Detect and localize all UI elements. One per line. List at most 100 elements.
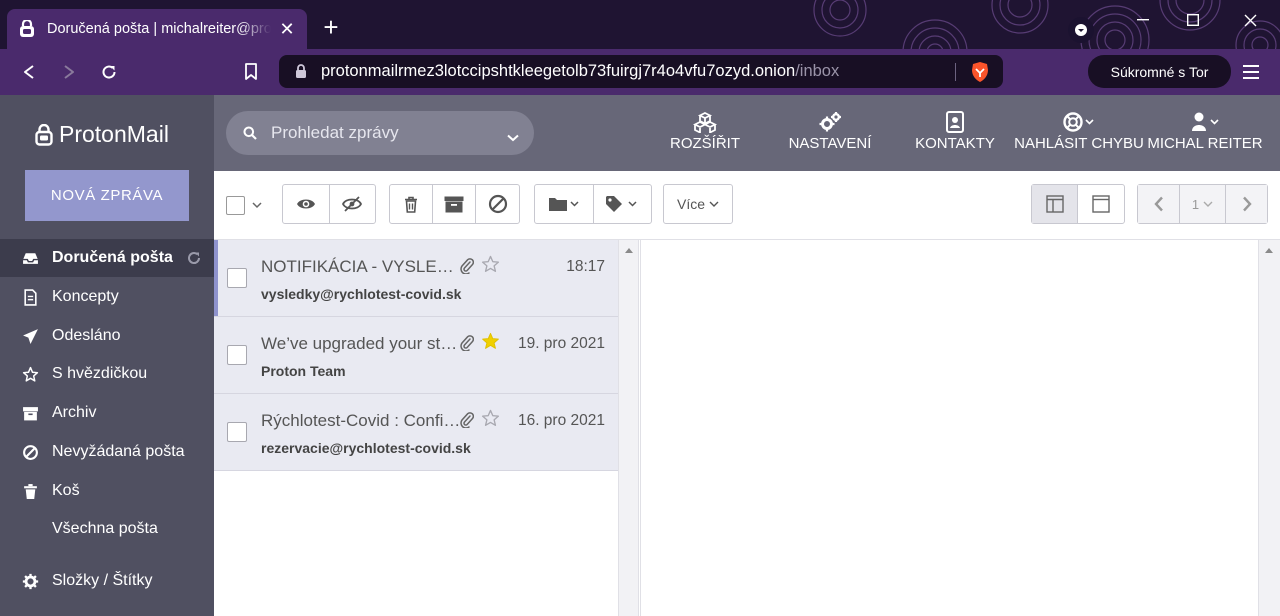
private-tor-button[interactable]: Súkromné s Tor xyxy=(1088,55,1231,88)
label-group xyxy=(534,184,652,224)
page-select[interactable]: 1 xyxy=(1180,185,1226,223)
mail-sidebar: ProtonMail NOVÁ ZPRÁVA Doručená pošta Ko… xyxy=(0,95,214,616)
nav-user-account[interactable]: MICHAL REITER xyxy=(1146,109,1264,152)
maximize-window-icon[interactable] xyxy=(1178,8,1208,32)
next-page-button[interactable] xyxy=(1226,185,1267,223)
address-bar[interactable]: protonmailrmez3lotccipshtkleegetolb73fui… xyxy=(279,55,1003,88)
app-header: Prohledat zprávy ROZŠÍŘIT NASTAVENÍ KONT… xyxy=(214,95,1280,171)
message-row[interactable]: NOTIFIKÁCIA - VYSLEDOK TESTU 18:17 vysle… xyxy=(214,240,618,317)
close-tab-icon[interactable]: ✕ xyxy=(277,19,297,40)
search-input[interactable]: Prohledat zprávy xyxy=(226,111,534,155)
tab-title: Doručená pošta | michalreiter@protonmail… xyxy=(47,21,271,37)
previous-page-button[interactable] xyxy=(1138,185,1180,223)
message-list-scrollbar[interactable] xyxy=(618,240,639,616)
nav-settings-label: NASTAVENÍ xyxy=(788,135,872,152)
minimize-window-icon[interactable] xyxy=(1128,8,1158,32)
scroll-up-arrow-icon[interactable] xyxy=(1265,248,1273,253)
lock-icon[interactable] xyxy=(295,64,307,79)
inbox-icon xyxy=(0,250,52,267)
message-checkbox[interactable] xyxy=(227,422,247,442)
sidebar-item-all-mail[interactable]: Všechna pošta xyxy=(0,510,214,548)
message-row[interactable]: We’ve upgraded your storage 19. pro 2021… xyxy=(214,317,618,394)
sidebar-item-label: Složky / Štítky xyxy=(52,572,153,589)
star-icon[interactable] xyxy=(481,255,500,279)
sidebar-item-sent[interactable]: Odesláno xyxy=(0,317,214,355)
folder-icon xyxy=(548,198,579,211)
sidebar-item-label: S hvězdičkou xyxy=(52,365,148,382)
paper-plane-icon xyxy=(0,328,52,345)
reading-pane-scrollbar[interactable] xyxy=(1258,240,1280,616)
paperclip-icon xyxy=(460,411,475,433)
user-icon xyxy=(1146,109,1264,135)
bookmark-icon[interactable] xyxy=(240,61,262,83)
archive-button[interactable] xyxy=(433,185,477,223)
tag-icon xyxy=(606,196,637,212)
select-all-checkbox[interactable] xyxy=(226,196,245,215)
forward-arrow-icon[interactable] xyxy=(58,61,80,83)
back-arrow-icon[interactable] xyxy=(18,61,40,83)
sidebar-item-trash[interactable]: Koš xyxy=(0,472,214,510)
new-tab-button[interactable]: + xyxy=(320,14,342,40)
star-icon[interactable] xyxy=(481,332,500,356)
mark-unread-button[interactable] xyxy=(330,185,376,223)
message-checkbox[interactable] xyxy=(227,345,247,365)
pagination-group: 1 xyxy=(1137,184,1268,224)
sidebar-item-starred[interactable]: S hvězdičkou xyxy=(0,355,214,393)
nav-contacts[interactable]: KONTAKTY xyxy=(914,109,996,152)
search-placeholder: Prohledat zprávy xyxy=(271,123,399,142)
message-row[interactable]: Rýchlotest-Covid : Confirmation 16. pro … xyxy=(214,394,618,471)
gear-icon xyxy=(0,573,52,590)
page-number: 1 xyxy=(1191,196,1200,212)
browser-menu-icon[interactable] xyxy=(1243,61,1259,81)
mark-read-button[interactable] xyxy=(283,185,330,223)
ban-icon xyxy=(0,444,52,461)
browser-tab-strip: Doručená pošta | michalreiter@protonmail… xyxy=(0,0,1280,49)
nav-upgrade[interactable]: ROZŠÍŘIT xyxy=(670,109,740,152)
message-date: 16. pro 2021 xyxy=(517,412,605,429)
trash-button[interactable] xyxy=(390,185,433,223)
scroll-up-arrow-icon[interactable] xyxy=(625,248,633,253)
sidebar-item-archive[interactable]: Archiv xyxy=(0,394,214,432)
nav-upgrade-label: ROZŠÍŘIT xyxy=(670,135,740,152)
message-checkbox[interactable] xyxy=(227,268,247,288)
spam-button[interactable] xyxy=(476,185,519,223)
split-view-button[interactable] xyxy=(1032,185,1078,223)
proton-logo-icon xyxy=(35,123,53,146)
reload-icon[interactable] xyxy=(98,61,120,83)
nav-report-bug[interactable]: NAHLÁSIT CHYBU xyxy=(1014,109,1144,152)
message-date: 18:17 xyxy=(566,258,605,275)
chevron-down-icon[interactable] xyxy=(507,127,519,147)
sidebar-item-label: Koncepty xyxy=(52,288,119,305)
reading-pane xyxy=(640,240,1258,616)
message-list: NOTIFIKÁCIA - VYSLEDOK TESTU 18:17 vysle… xyxy=(214,240,618,616)
chevron-right-icon xyxy=(1242,196,1252,212)
eye-slash-icon xyxy=(342,196,363,212)
more-button[interactable]: Více xyxy=(663,184,733,224)
tor-circle-icon[interactable] xyxy=(1068,17,1094,43)
gears-icon xyxy=(788,109,872,135)
brave-shield-icon[interactable] xyxy=(970,61,990,88)
close-window-icon[interactable] xyxy=(1235,8,1265,32)
apply-label-button[interactable] xyxy=(594,185,652,223)
refresh-icon[interactable] xyxy=(186,250,202,271)
message-toolbar: Více 1 xyxy=(214,171,1280,240)
contacts-icon xyxy=(914,109,996,135)
star-icon[interactable] xyxy=(481,409,500,433)
select-all-dropdown[interactable] xyxy=(226,196,262,215)
move-to-folder-button[interactable] xyxy=(535,185,594,223)
row-view-button[interactable] xyxy=(1078,185,1124,223)
protonmail-logo[interactable]: ProtonMail xyxy=(35,121,169,148)
trash-icon xyxy=(404,196,417,213)
url-separator xyxy=(955,63,956,81)
sidebar-item-label: Všechna pošta xyxy=(52,520,158,537)
browser-tab-active[interactable]: Doručená pošta | michalreiter@protonmail… xyxy=(7,9,307,49)
sidebar-item-folders-labels[interactable]: Složky / Štítky xyxy=(0,562,214,600)
compose-button[interactable]: NOVÁ ZPRÁVA xyxy=(25,170,189,221)
sidebar-item-inbox[interactable]: Doručená pošta xyxy=(0,239,214,277)
sidebar-item-drafts[interactable]: Koncepty xyxy=(0,278,214,316)
sidebar-item-spam[interactable]: Nevyžádaná pošta xyxy=(0,433,214,471)
chevron-down-icon xyxy=(709,201,719,207)
nav-settings[interactable]: NASTAVENÍ xyxy=(788,109,872,152)
sidebar-item-label: Koš xyxy=(52,482,80,499)
chevron-down-icon[interactable] xyxy=(252,202,262,209)
